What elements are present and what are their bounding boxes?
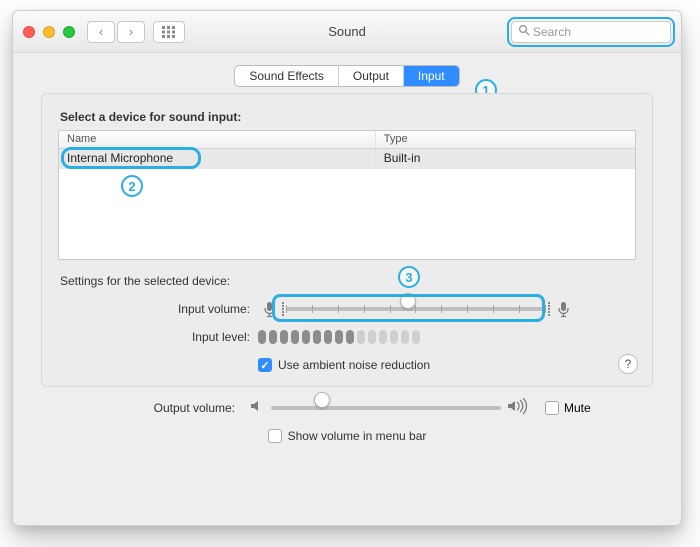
output-volume-slider[interactable] — [271, 398, 501, 418]
ambient-noise-label: Use ambient noise reduction — [278, 358, 430, 372]
show-all-button[interactable] — [153, 21, 185, 43]
input-volume-slider[interactable] — [286, 299, 546, 319]
speaker-high-icon — [507, 398, 529, 419]
input-volume-row: Input volume: 3 — [58, 296, 636, 322]
menubar-volume-row: Show volume in menu bar — [57, 429, 637, 443]
footer-area: Output volume: Mute Show volume in menu … — [41, 387, 653, 443]
input-level-label: Input level: — [58, 330, 258, 344]
search-icon — [518, 24, 530, 39]
window-title: Sound — [328, 24, 366, 39]
mute-checkbox[interactable] — [545, 401, 559, 415]
input-pane: Select a device for sound input: Name Ty… — [41, 93, 653, 387]
tab-input[interactable]: Input — [404, 66, 459, 86]
menubar-volume-label: Show volume in menu bar — [288, 429, 427, 443]
search-input[interactable]: Search — [511, 21, 671, 43]
mute-label: Mute — [564, 401, 591, 415]
device-name: Internal Microphone — [59, 149, 376, 169]
column-name: Name — [59, 131, 376, 148]
titlebar: ‹ › Sound Search — [13, 11, 681, 53]
device-list-heading: Select a device for sound input: — [60, 110, 636, 124]
input-level-meter — [258, 330, 518, 344]
nav-buttons: ‹ › — [87, 21, 145, 43]
sound-preferences-window: ‹ › Sound Search Sound Effects Output In… — [12, 10, 682, 526]
device-list-header: Name Type — [59, 131, 635, 149]
tab-sound-effects[interactable]: Sound Effects — [235, 66, 339, 86]
output-volume-label: Output volume: — [57, 401, 243, 415]
content-area: Sound Effects Output Input 1 Select a de… — [13, 53, 681, 457]
settings-heading: Settings for the selected device: — [60, 274, 636, 288]
zoom-icon[interactable] — [63, 26, 75, 38]
window-controls — [23, 26, 75, 38]
mic-high-icon — [556, 301, 570, 318]
output-volume-knob[interactable] — [314, 392, 330, 408]
output-volume-row: Output volume: Mute — [57, 395, 637, 421]
device-type: Built-in — [376, 149, 635, 169]
back-button[interactable]: ‹ — [87, 21, 115, 43]
input-volume-label: Input volume: — [58, 302, 258, 316]
input-level-row: Input level: — [58, 324, 636, 350]
mic-low-icon — [262, 301, 276, 318]
speaker-low-icon — [249, 398, 265, 419]
tab-bar: Sound Effects Output Input 1 — [41, 65, 653, 87]
tab-output[interactable]: Output — [339, 66, 404, 86]
forward-button[interactable]: › — [117, 21, 145, 43]
device-row-internal-mic[interactable]: Internal Microphone Built-in — [59, 149, 635, 169]
column-type: Type — [376, 131, 635, 148]
ambient-noise-row: ✓ Use ambient noise reduction — [58, 358, 636, 372]
mic-high-dots — [548, 302, 550, 316]
menubar-volume-checkbox[interactable] — [268, 429, 282, 443]
annotation-2: 2 — [121, 175, 143, 197]
minimize-icon[interactable] — [43, 26, 55, 38]
mic-low-dots — [282, 302, 284, 316]
device-list[interactable]: Name Type Internal Microphone Built-in 2 — [58, 130, 636, 260]
close-icon[interactable] — [23, 26, 35, 38]
search-placeholder: Search — [533, 25, 571, 39]
ambient-noise-checkbox[interactable]: ✓ — [258, 358, 272, 372]
help-button[interactable]: ? — [618, 354, 638, 374]
